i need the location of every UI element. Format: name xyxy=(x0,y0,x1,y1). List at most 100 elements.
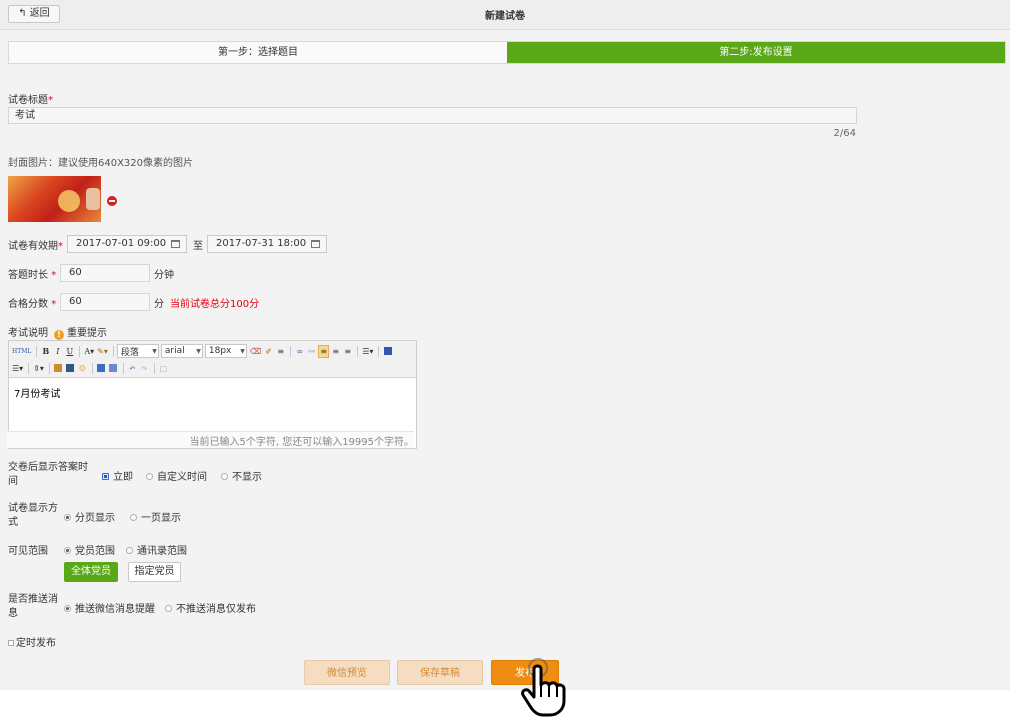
show-answer-label-line1: 交卷后显示答案时 xyxy=(8,462,88,473)
important-tip-link[interactable]: 重要提示 xyxy=(67,328,107,339)
align-center-icon[interactable]: ≡ xyxy=(330,345,341,358)
radio-unchecked[interactable] xyxy=(130,514,137,521)
option-label: 自定义时间 xyxy=(157,472,207,483)
radio-unchecked[interactable] xyxy=(221,473,228,480)
attachment-icon-shape xyxy=(109,364,118,372)
font-select[interactable]: arial ▼ xyxy=(160,344,203,358)
all-members-button[interactable]: 全体党员 xyxy=(64,562,118,582)
radio-checked[interactable] xyxy=(102,473,109,480)
scheduled-publish-label: 定时发布 xyxy=(16,638,56,649)
show-answer-hide-option[interactable]: 不显示 xyxy=(221,468,262,483)
fullscreen-icon[interactable] xyxy=(382,345,393,358)
eraser-icon[interactable]: ⌫ xyxy=(249,345,262,358)
paragraph-select[interactable]: 段落 ▼ xyxy=(116,344,159,358)
calendar-icon[interactable] xyxy=(171,240,180,248)
format-painter-icon[interactable]: ✐ xyxy=(263,345,274,358)
warning-icon: ! xyxy=(54,330,64,340)
display-mode-label-line2: 式 xyxy=(8,517,18,528)
scheduled-publish-checkbox[interactable] xyxy=(8,640,14,646)
description-label: 考试说明 xyxy=(8,328,48,339)
toolbar-separator xyxy=(378,345,380,357)
attachment-icon[interactable] xyxy=(108,362,119,375)
validity-end-value: 2017-07-31 18:00 xyxy=(216,238,307,249)
highlight-icon[interactable]: ✎▾ xyxy=(96,345,109,358)
italic-icon[interactable]: I xyxy=(52,345,63,358)
line-height-icon[interactable]: ⇕▾ xyxy=(32,362,45,375)
rich-text-editor[interactable]: HTML B I U A▾ ✎▾ 段落 ▼ arial ▼ 18px ▼ ⌫ ✐ ≡ … xyxy=(7,340,417,449)
clear-format-icon[interactable]: ≡ xyxy=(275,345,286,358)
save-draft-button[interactable]: 保存草稿 xyxy=(397,660,483,685)
align-right-icon[interactable]: ≡ xyxy=(342,345,353,358)
paste-plain-icon[interactable]: ▢ xyxy=(158,362,169,375)
required-mark: * xyxy=(48,95,53,106)
show-answer-label-line2: 间 xyxy=(8,476,18,487)
visibility-contacts-option[interactable]: 通讯录范围 xyxy=(126,542,187,557)
toolbar-row-2: ☰▾ ⇕▾ ☺ ↶ ↷ ▢ xyxy=(11,360,170,376)
chevron-down-icon: ▼ xyxy=(196,348,201,355)
required-mark: * xyxy=(51,299,57,310)
radio-unchecked[interactable] xyxy=(126,547,133,554)
ordered-list-icon[interactable]: ☰▾ xyxy=(361,345,374,358)
show-answer-immediately-option[interactable]: 立即 xyxy=(102,468,133,483)
exam-title-input[interactable]: 考试 xyxy=(8,107,857,124)
option-label: 党员范围 xyxy=(75,546,115,557)
display-paged-option[interactable]: 分页显示 xyxy=(64,509,115,524)
word-import-icon[interactable] xyxy=(96,362,107,375)
link-icon[interactable]: ∞ xyxy=(294,345,305,358)
page: ↰ 返回 新建试卷 第一步：选择题目 第二步:发布设置 试卷标题* 考试 2/64… xyxy=(0,0,1010,690)
duration-input[interactable]: 60 xyxy=(60,264,150,282)
display-single-page-option[interactable]: 一页显示 xyxy=(130,509,181,524)
cover-image[interactable] xyxy=(8,176,101,222)
step-select-questions[interactable]: 第一步：选择题目 xyxy=(9,42,507,63)
display-mode-label-line1: 试卷显示方 xyxy=(8,503,58,514)
validity-label-text: 试卷有效期 xyxy=(8,241,58,252)
undo-icon[interactable]: ↶ xyxy=(127,362,138,375)
font-size-select[interactable]: 18px ▼ xyxy=(204,344,247,358)
wechat-preview-button[interactable]: 微信预览 xyxy=(304,660,390,685)
unordered-list-icon[interactable]: ☰▾ xyxy=(11,362,24,375)
pass-score-unit: 分 xyxy=(154,299,164,310)
radio-unchecked[interactable] xyxy=(165,605,172,612)
toolbar-separator xyxy=(290,345,292,357)
radio-checked[interactable] xyxy=(64,605,71,612)
underline-icon[interactable]: U xyxy=(64,345,75,358)
specific-members-button[interactable]: 指定党员 xyxy=(128,562,181,582)
option-label: 立即 xyxy=(113,472,133,483)
toolbar-separator xyxy=(357,345,359,357)
show-answer-custom-time-option[interactable]: 自定义时间 xyxy=(146,468,207,483)
validity-end-input[interactable]: 2017-07-31 18:00 xyxy=(207,235,327,253)
bold-icon[interactable]: B xyxy=(40,345,51,358)
pass-score-label: 合格分数 * xyxy=(8,295,56,310)
display-mode-label: 试卷显示方 式 xyxy=(8,502,58,530)
font-size-select-value: 18px xyxy=(208,346,232,356)
remove-cover-icon[interactable] xyxy=(107,196,117,206)
radio-checked[interactable] xyxy=(64,547,71,554)
fullscreen-icon-shape xyxy=(383,347,392,355)
visibility-members-option[interactable]: 党员范围 xyxy=(64,542,115,557)
radio-checked[interactable] xyxy=(64,514,71,521)
scheduled-publish-option[interactable]: 定时发布 xyxy=(8,634,56,649)
page-title: 新建试卷 xyxy=(485,11,525,22)
image-icon-shape xyxy=(54,364,63,372)
redo-icon[interactable]: ↷ xyxy=(139,362,150,375)
validity-start-input[interactable]: 2017-07-01 09:00 xyxy=(67,235,187,253)
no-push-option[interactable]: 不推送消息仅发布 xyxy=(165,600,256,615)
source-code-icon[interactable]: HTML xyxy=(11,345,32,358)
radio-unchecked[interactable] xyxy=(146,473,153,480)
font-color-icon[interactable]: A▾ xyxy=(83,345,95,358)
image-icon[interactable] xyxy=(53,362,64,375)
step-publish-settings[interactable]: 第二步:发布设置 xyxy=(507,42,1005,63)
pass-score-input[interactable]: 60 xyxy=(60,293,150,311)
duration-unit: 分钟 xyxy=(154,270,174,281)
unlink-icon[interactable]: ⚯ xyxy=(306,345,317,358)
calendar-icon[interactable] xyxy=(311,240,320,248)
editor-content[interactable]: 7月份考试 xyxy=(14,385,60,400)
emoji-icon[interactable]: ☺ xyxy=(77,362,88,375)
exam-title-label: 试卷标题* xyxy=(8,91,53,106)
align-left-icon[interactable]: ≡ xyxy=(318,344,330,358)
push-wechat-option[interactable]: 推送微信消息提醒 xyxy=(64,600,155,615)
title-char-counter: 2/64 xyxy=(833,128,856,139)
video-icon[interactable] xyxy=(65,362,76,375)
option-label: 一页显示 xyxy=(141,513,181,524)
option-label: 不推送消息仅发布 xyxy=(176,604,256,615)
